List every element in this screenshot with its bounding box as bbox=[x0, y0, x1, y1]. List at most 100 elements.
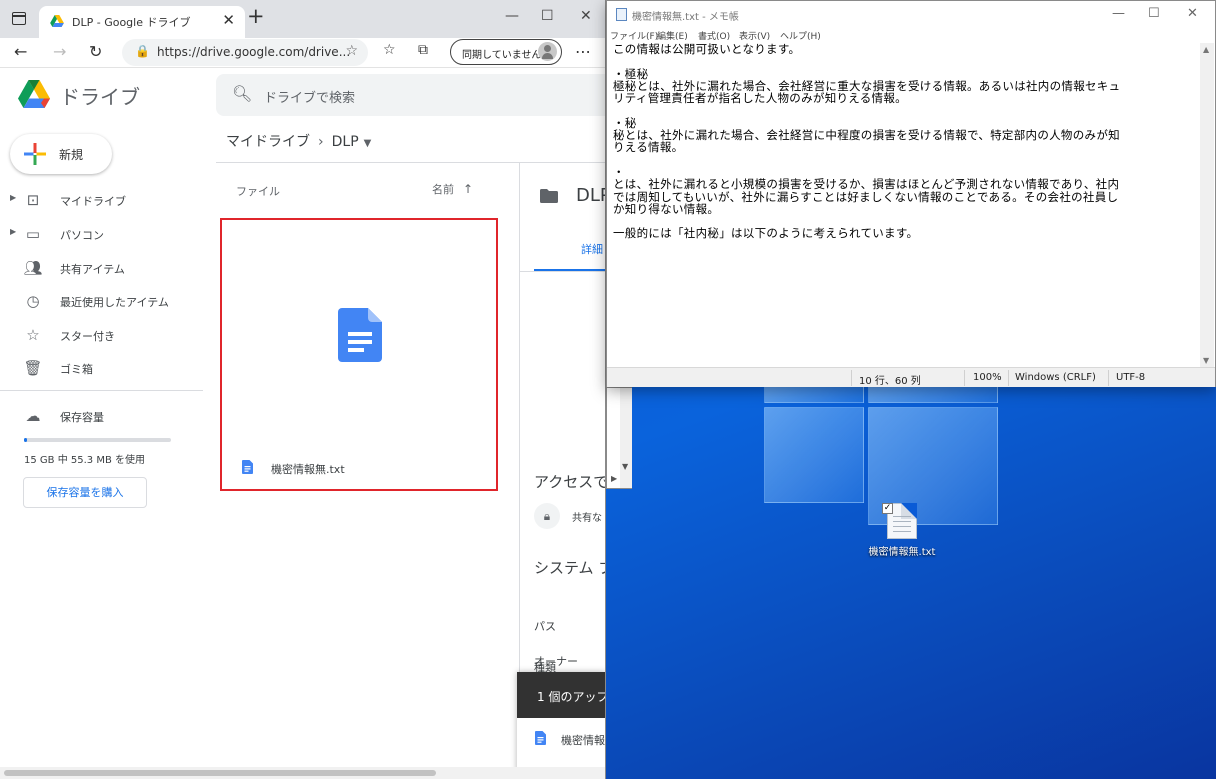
menu-view[interactable]: 表示(V) bbox=[739, 29, 770, 42]
favorite-icon[interactable]: ☆ bbox=[345, 43, 358, 59]
text-line: この情報は公開可扱いとなります。 bbox=[613, 43, 801, 56]
docs-file-icon bbox=[242, 460, 253, 474]
text-line: 秘とは、社外に漏れた場合、会社経営に中程度の損害を受ける情報で、特定部内の人物の… bbox=[613, 128, 1120, 143]
sidebar-item-computers[interactable]: ▶ ▭ パソコン bbox=[0, 218, 205, 250]
search-input[interactable]: 🔍︎ ドライブで検索 bbox=[216, 74, 605, 116]
sidebar-item-starred[interactable]: ☆ スター付き bbox=[0, 319, 205, 351]
owner-label: オーナー bbox=[534, 655, 578, 668]
favorites-icon[interactable]: ☆ bbox=[383, 42, 396, 58]
desktop-file-icon[interactable]: ✓ 機密情報無.txt bbox=[866, 503, 938, 558]
menu-file[interactable]: ファイル(F) bbox=[610, 29, 658, 42]
vertical-scrollbar[interactable]: ▲ ▼ bbox=[1200, 43, 1214, 367]
background-scrollbar[interactable] bbox=[620, 388, 632, 488]
upload-header[interactable]: 1 個のアップ bbox=[517, 672, 605, 718]
buy-storage-button[interactable]: 保存容量を購入 bbox=[23, 477, 147, 508]
close-window-icon[interactable]: ✕ bbox=[580, 8, 592, 24]
arrow-up-icon[interactable]: ↑ bbox=[463, 182, 473, 196]
caret-down-icon[interactable]: ▼ bbox=[364, 138, 372, 149]
search-icon[interactable]: 🔍︎ bbox=[232, 84, 252, 103]
horizontal-scrollbar[interactable] bbox=[0, 767, 605, 779]
sidebar-item-label: 保存容量 bbox=[60, 411, 104, 424]
tab-bar: DLP - Google ドライブ ✕ + — ☐ ✕ bbox=[0, 0, 605, 38]
text-line: か知り得ない情報。 bbox=[613, 201, 720, 216]
checkbox-icon: ✓ bbox=[882, 503, 893, 514]
line-ending: Windows (CRLF) bbox=[1015, 372, 1096, 383]
avatar-icon bbox=[538, 42, 557, 61]
maximize-icon[interactable]: ☐ bbox=[541, 8, 554, 24]
sidebar-item-label: マイドライブ bbox=[60, 195, 126, 208]
sidebar-item-label: スター付き bbox=[60, 330, 115, 343]
minimize-icon[interactable]: — bbox=[505, 8, 519, 24]
tab-details[interactable]: 詳細 bbox=[581, 241, 603, 257]
scrollbar-thumb[interactable] bbox=[4, 770, 436, 776]
drive-app: ドライブ 🔍︎ ドライブで検索 新規 ▶ ⊡ マイドライブ ▶ ▭ パソコン 👥… bbox=[0, 68, 605, 779]
breadcrumb-current[interactable]: DLP bbox=[332, 134, 359, 150]
lock-icon: 🔒︎ bbox=[534, 503, 560, 529]
google-docs-icon bbox=[338, 308, 382, 362]
shared-icon: 👥︎ bbox=[23, 259, 43, 277]
profile-sync-button[interactable]: 同期していません bbox=[450, 39, 562, 65]
file-card[interactable]: 機密情報無.txt bbox=[220, 218, 498, 491]
encoding: UTF-8 bbox=[1116, 372, 1146, 383]
drive-brand: ドライブ bbox=[60, 85, 140, 109]
new-tab-icon[interactable]: + bbox=[247, 4, 265, 28]
back-icon[interactable]: ← bbox=[14, 42, 27, 61]
forward-icon[interactable]: → bbox=[53, 42, 66, 61]
sidebar-item-label: パソコン bbox=[60, 229, 104, 242]
upload-panel: 1 個のアップ 機密情報 bbox=[517, 672, 605, 779]
menu-format[interactable]: 書式(O) bbox=[698, 29, 730, 42]
menu-edit[interactable]: 編集(E) bbox=[657, 29, 688, 42]
close-icon[interactable]: ✕ bbox=[1187, 6, 1198, 21]
notepad-status-bar: 10 行、60 列 100% Windows (CRLF) UTF-8 bbox=[607, 367, 1215, 387]
tab-title: DLP - Google ドライブ bbox=[72, 16, 191, 29]
background-notepad-window[interactable]: ▼ ▶ bbox=[606, 387, 632, 489]
lock-icon[interactable]: 🔒 bbox=[135, 44, 150, 58]
collections-icon[interactable]: ⧉ bbox=[418, 42, 428, 58]
address-bar[interactable]: 🔒 https://drive.google.com/drive... ☆ bbox=[122, 39, 368, 66]
notepad-title-bar[interactable]: 機密情報無.txt - メモ帳 — ☐ ✕ bbox=[607, 1, 1215, 29]
sidebar-item-shared[interactable]: 👥︎ 共有アイテム bbox=[0, 252, 205, 284]
sidebar-item-recent[interactable]: ◷ 最近使用したアイテム bbox=[0, 285, 205, 317]
text-line bbox=[613, 104, 1199, 116]
text-line bbox=[613, 154, 1199, 166]
cursor-position: 10 行、60 列 bbox=[859, 376, 921, 387]
scroll-up-arrow-icon[interactable]: ▲ bbox=[1203, 45, 1209, 54]
new-button[interactable]: 新規 bbox=[10, 134, 112, 174]
trash-icon: 🗑︎ bbox=[23, 359, 43, 377]
new-label: 新規 bbox=[59, 148, 84, 162]
sidebar-divider bbox=[0, 390, 203, 391]
maximize-icon[interactable]: ☐ bbox=[1148, 6, 1160, 21]
sort-by-name[interactable]: 名前 ↑ bbox=[432, 181, 473, 197]
my-drive-icon: ⊡ bbox=[26, 191, 40, 209]
sidebar-item-my-drive[interactable]: ▶ ⊡ マイドライブ bbox=[0, 184, 205, 216]
reload-icon[interactable]: ↻ bbox=[89, 42, 102, 61]
breadcrumb-root[interactable]: マイドライブ bbox=[226, 134, 310, 150]
notepad-text-area[interactable]: この情報は公開可扱いとなります。 ・極秘 極秘とは、社外に漏れた場合、会社経営に重大… bbox=[611, 43, 1199, 363]
more-icon[interactable]: ⋯ bbox=[575, 42, 591, 61]
sync-label: 同期していません bbox=[462, 50, 542, 61]
sidebar-item-storage[interactable]: ☁︎ 保存容量 bbox=[0, 400, 205, 432]
minimize-icon[interactable]: — bbox=[1112, 6, 1125, 21]
browser-window: DLP - Google ドライブ ✕ + — ☐ ✕ ← → ↻ 🔒 http… bbox=[0, 0, 606, 779]
cloud-icon: ☁︎ bbox=[25, 407, 41, 425]
notepad-icon bbox=[616, 8, 627, 21]
scroll-down-arrow-icon[interactable]: ▼ bbox=[622, 462, 628, 471]
scroll-down-arrow-icon[interactable]: ▼ bbox=[1203, 356, 1209, 365]
text-line: リティ管理責任者が指名した人物のみが知りえる情報。 bbox=[613, 91, 907, 106]
notepad-menu-bar: ファイル(F) 編集(E) 書式(O) 表示(V) ヘルプ(H) bbox=[607, 29, 1215, 42]
expand-icon[interactable]: ▶ bbox=[10, 227, 16, 236]
scroll-right-arrow-icon[interactable]: ▶ bbox=[611, 474, 617, 483]
text-line: 一般的には「社内秘」は以下のように考えられています。 bbox=[613, 226, 919, 241]
desktop-file-label: 機密情報無.txt bbox=[868, 547, 936, 558]
tab-drive[interactable]: DLP - Google ドライブ ✕ bbox=[39, 6, 245, 38]
sidebar-item-trash[interactable]: 🗑︎ ゴミ箱 bbox=[0, 352, 205, 384]
folder-icon bbox=[540, 189, 558, 203]
close-tab-icon[interactable]: ✕ bbox=[222, 11, 235, 29]
path-label: パス bbox=[534, 620, 556, 633]
menu-help[interactable]: ヘルプ(H) bbox=[780, 29, 821, 42]
docs-file-icon bbox=[535, 731, 546, 745]
drive-logo-icon[interactable] bbox=[18, 80, 50, 108]
tab-actions-icon[interactable] bbox=[12, 12, 26, 25]
expand-icon[interactable]: ▶ bbox=[10, 193, 16, 202]
plus-icon bbox=[24, 143, 46, 165]
